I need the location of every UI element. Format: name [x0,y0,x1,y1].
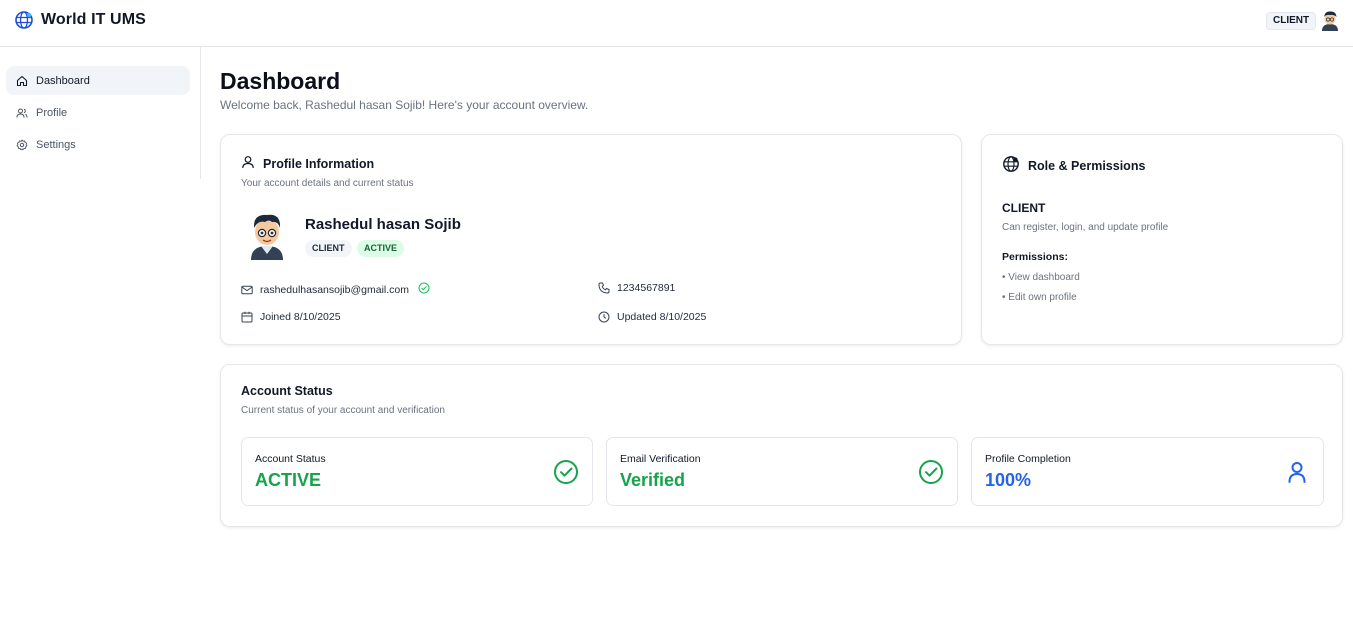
sidebar-item-dashboard[interactable]: Dashboard [6,66,190,95]
phone-info: 1234567891 [598,282,675,294]
permission-item: • Edit own profile [1002,292,1077,303]
card-title: Account Status [241,384,333,398]
gear-icon [16,139,28,151]
stat-label: Email Verification [620,453,701,465]
user-icon [241,155,255,172]
calendar-icon [241,311,253,323]
email-info: rashedulhasansojib@gmail.com [241,282,430,297]
stat-value: ACTIVE [255,470,322,490]
role-name: CLIENT [1002,201,1046,215]
card-header: Profile Information [241,155,374,172]
card-title: Role & Permissions [1028,158,1146,173]
phone-value: 1234567891 [617,282,676,294]
check-circle-icon [918,459,944,485]
sidebar-item-label: Dashboard [36,74,90,87]
profile-completion-tile: Profile Completion 100% [971,437,1324,506]
phone-icon [598,282,610,294]
joined-value: Joined 8/10/2025 [260,311,341,323]
users-icon [16,107,28,119]
brand[interactable]: World IT UMS [14,9,146,31]
stat-value: 100% [985,470,1032,490]
clock-icon [598,311,610,323]
top-bar: World IT UMS CLIENT [0,0,1353,47]
updated-info: Updated 8/10/2025 [598,311,706,323]
card-title: Profile Information [263,156,375,171]
updated-value: Updated 8/10/2025 [617,311,707,323]
mail-icon [241,284,253,296]
sidebar-item-settings[interactable]: Settings [6,130,190,159]
home-icon [16,75,28,87]
user-role-badge: CLIENT [1266,12,1317,30]
role-badge: CLIENT [305,240,352,257]
card-subtitle: Your account details and current status [241,178,414,189]
permission-item: • View dashboard [1002,272,1080,283]
profile-information-card: Profile Information Your account details… [220,134,962,345]
card-subtitle: Current status of your account and verif… [241,405,445,416]
globe-icon [1002,155,1020,176]
role-description: Can register, login, and update profile [1002,222,1169,233]
stat-label: Profile Completion [985,453,1071,465]
page-subtitle: Welcome back, Rashedul hasan Sojib! Here… [220,98,589,112]
verified-check-icon [418,282,430,297]
account-status-tile: Account Status ACTIVE [241,437,593,506]
email-value: rashedulhasansojib@gmail.com [260,283,409,296]
stat-label: Account Status [255,453,326,465]
stat-value: Verified [620,470,686,490]
sidebar-item-label: Profile [36,106,68,119]
card-header: Role & Permissions [1002,155,1145,176]
sidebar-item-profile[interactable]: Profile [6,98,190,127]
profile-avatar [245,210,289,260]
user-avatar[interactable] [1319,9,1341,31]
role-permissions-card: Role & Permissions CLIENT Can register, … [981,134,1343,345]
account-status-card: Account Status Current status of your ac… [220,364,1343,527]
permissions-heading: Permissions: [1002,251,1068,263]
email-verification-tile: Email Verification Verified [606,437,958,506]
joined-info: Joined 8/10/2025 [241,311,341,323]
user-icon [1284,459,1310,485]
sidebar-item-label: Settings [36,138,76,151]
globe-logo-icon [14,9,34,31]
check-circle-icon [553,459,579,485]
profile-name: Rashedul hasan Sojib [305,216,461,233]
app-title: World IT UMS [41,11,146,28]
status-badge: ACTIVE [357,240,405,257]
sidebar: Dashboard Profile Settings [0,47,201,179]
page-title: Dashboard [220,68,341,94]
